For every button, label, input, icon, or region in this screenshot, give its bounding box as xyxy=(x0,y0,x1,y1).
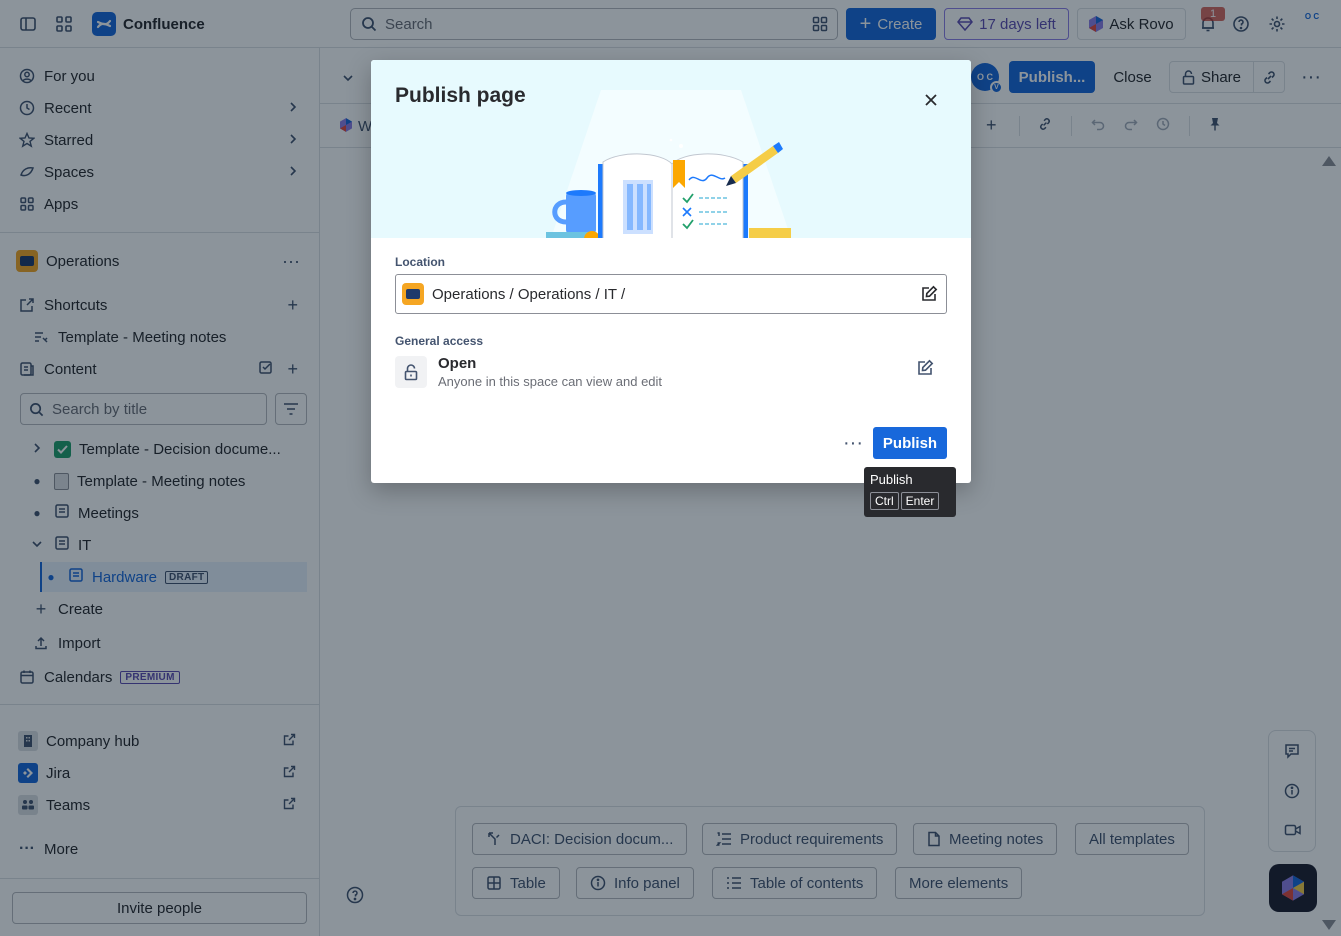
kbd-ctrl: Ctrl xyxy=(870,492,899,510)
access-title: Open xyxy=(438,355,477,372)
edit-access-icon[interactable] xyxy=(917,359,934,379)
edit-location-icon[interactable] xyxy=(921,285,938,306)
publish-shortcut-tooltip: Publish Ctrl Enter xyxy=(864,467,956,517)
access-subtitle: Anyone in this space can view and edit xyxy=(438,374,663,389)
unlock-icon xyxy=(395,356,427,388)
general-access-label: General access xyxy=(395,334,484,348)
space-avatar-icon xyxy=(402,283,424,305)
kbd-enter: Enter xyxy=(900,492,940,510)
publish-page-dialog: Publish page Location Operations / Opera… xyxy=(371,60,971,483)
publish-button[interactable]: Publish xyxy=(873,427,947,459)
location-path: Operations / Operations / IT / xyxy=(432,285,626,303)
more-options-icon[interactable]: ··· xyxy=(837,427,869,459)
location-label: Location xyxy=(395,255,445,269)
tooltip-title: Publish xyxy=(870,472,913,487)
close-icon[interactable] xyxy=(919,88,943,112)
location-field[interactable]: Operations / Operations / IT / xyxy=(395,274,947,314)
dialog-title: Publish page xyxy=(395,84,526,107)
